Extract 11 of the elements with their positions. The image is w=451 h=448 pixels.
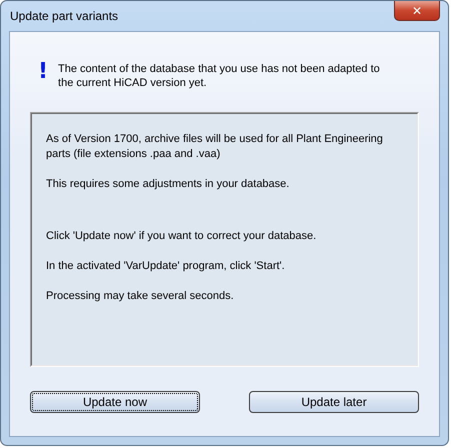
window-title: Update part variants <box>9 9 118 23</box>
message-text: The content of the database that you use has not been adapted to the current HiCAD version yet. <box>58 62 381 90</box>
details-text: Processing may take several seconds. <box>46 289 235 304</box>
update-later-button[interactable]: Update later <box>249 391 419 413</box>
update-now-button[interactable]: Update now <box>30 391 200 413</box>
details-text: As of Version 1700, archive files will be used for all Plant Engineering parts (file extensions .paa and .vaa) <box>46 132 384 162</box>
details-text: Click 'Update now' if you want to correct your database. <box>46 229 318 244</box>
details-text: In the activated 'VarUpdate' program, click 'Start'. <box>46 259 286 274</box>
exclamation-icon: ! <box>38 60 48 84</box>
close-button[interactable]: ✕ <box>394 1 440 21</box>
details-text: This requires some adjustments in your database. <box>46 177 290 192</box>
